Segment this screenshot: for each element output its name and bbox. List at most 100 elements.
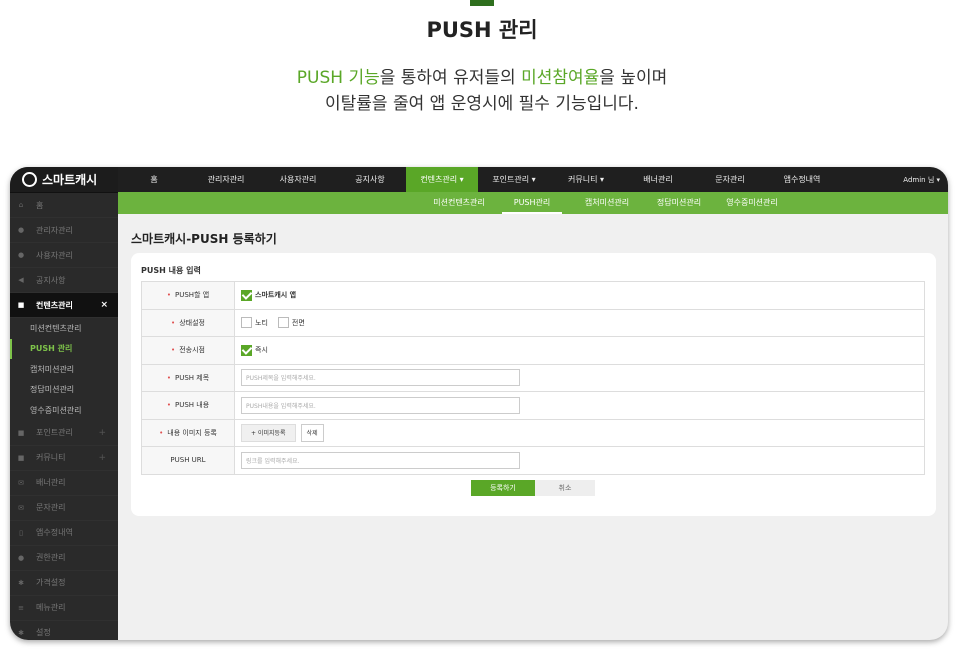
expand-icon[interactable]: + bbox=[98, 428, 106, 438]
field-label-text: 상태설정 bbox=[179, 318, 205, 327]
hero-title: PUSH 관리 bbox=[426, 18, 538, 42]
sidebar-subitem-push[interactable]: PUSH 관리 bbox=[10, 338, 118, 359]
subnav-capture-mission[interactable]: 캡처미션관리 bbox=[576, 192, 638, 214]
sidebar-item-sms[interactable]: ✉ 문자관리 bbox=[10, 496, 118, 521]
mail-icon: ✉ bbox=[18, 503, 24, 512]
expand-icon[interactable]: + bbox=[98, 453, 106, 463]
bag-icon: ■ bbox=[17, 453, 25, 462]
phone-icon: ▯ bbox=[19, 528, 23, 537]
gear-icon: ✱ bbox=[18, 628, 24, 637]
sidebar-subitem-mission-contents[interactable]: 미션컨텐츠관리 bbox=[10, 318, 118, 339]
push-form: • PUSH할 앱 스마트캐시 앱 • 상태설정 노티 전면 • 전송시점 즉시 • PU… bbox=[141, 281, 925, 475]
user-icon: ● bbox=[17, 251, 25, 259]
sidebar-item-price[interactable]: ✱ 가격설정 bbox=[10, 571, 118, 596]
nav-admin[interactable]: 관리자관리 bbox=[190, 167, 262, 192]
sidebar-item-points[interactable]: ■ 포인트관리 + bbox=[10, 421, 118, 446]
nav-points[interactable]: 포인트관리 ▾ bbox=[478, 167, 550, 192]
nav-notice[interactable]: 공지사항 bbox=[334, 167, 406, 192]
subnav-mission-contents[interactable]: 미션컨텐츠관리 bbox=[424, 192, 494, 214]
app-logo[interactable]: 스마트캐시 bbox=[10, 167, 118, 193]
subnav-answer-mission[interactable]: 정답미션관리 bbox=[648, 192, 710, 214]
sidebar-item-home[interactable]: ⌂ 홈 bbox=[10, 193, 118, 218]
push-content-input[interactable]: PUSH내용을 입력해주세요. bbox=[241, 396, 520, 414]
hero-highlight-1: PUSH 기능 bbox=[296, 68, 380, 88]
sidebar-item-banner[interactable]: ✉ 배너관리 bbox=[10, 471, 118, 496]
nav-app-history[interactable]: 앱수정내역 bbox=[766, 167, 838, 192]
sidebar-item-label: 커뮤니티 bbox=[36, 453, 66, 462]
sidebar-item-label: 설정 bbox=[36, 628, 51, 637]
submit-button[interactable]: 등록하기 bbox=[471, 480, 535, 496]
users-icon: ● bbox=[17, 553, 25, 562]
required-mark: • bbox=[166, 291, 171, 300]
send-now-checkbox[interactable] bbox=[241, 344, 252, 356]
sidebar-item-community[interactable]: ■ 커뮤니티 + bbox=[10, 446, 118, 471]
home-icon: ⌂ bbox=[18, 201, 24, 209]
nav-users[interactable]: 사용자관리 bbox=[262, 167, 334, 192]
user-icon: ● bbox=[17, 226, 25, 234]
status-fullscreen-checkbox[interactable] bbox=[277, 317, 289, 329]
send-now-label: 즉시 bbox=[255, 346, 268, 355]
sidebar-item-label: 관리자관리 bbox=[36, 225, 73, 235]
speaker-icon: ◀ bbox=[18, 276, 24, 284]
sidebar-item-label: 배너관리 bbox=[36, 478, 66, 487]
sidebar-item-menu[interactable]: ≡ 메뉴관리 bbox=[10, 596, 118, 621]
status-noti-checkbox[interactable] bbox=[241, 317, 252, 329]
field-label: • PUSH 내용 bbox=[142, 392, 235, 419]
form-row-send-time: • 전송시점 즉시 bbox=[141, 337, 925, 365]
push-url-input[interactable]: 링크를 입력해주세요. bbox=[241, 451, 520, 469]
form-row-status: • 상태설정 노티 전면 bbox=[141, 309, 925, 337]
cancel-button[interactable]: 취소 bbox=[535, 480, 595, 496]
nav-contents[interactable]: 컨텐츠관리 ▾ bbox=[406, 167, 478, 192]
sidebar-item-label: 포인트관리 bbox=[36, 428, 73, 437]
field-label: • PUSH 제목 bbox=[142, 364, 235, 391]
sidebar-item-permissions[interactable]: ● 권한관리 bbox=[10, 546, 118, 571]
form-row-image: • 내용 이미지 등록 + 이미지등록 삭제 bbox=[141, 419, 925, 447]
sidebar-item-notice[interactable]: ◀ 공지사항 bbox=[10, 268, 118, 293]
sidebar-subitem-answer-mission[interactable]: 정답미션관리 bbox=[10, 380, 118, 401]
bag-icon: ■ bbox=[17, 428, 25, 437]
push-subject-input[interactable]: PUSH제목을 입력해주세요. bbox=[241, 369, 520, 387]
add-image-button[interactable]: + 이미지등록 bbox=[241, 423, 296, 442]
sidebar-subitem-receipt-mission[interactable]: 영수증미션관리 bbox=[10, 400, 118, 421]
page-title: 스마트캐시-PUSH 등록하기 bbox=[131, 232, 277, 246]
field-value: 스마트캐시 앱 bbox=[235, 282, 924, 309]
field-label-text: PUSH URL bbox=[170, 456, 206, 465]
nav-sms[interactable]: 문자관리 bbox=[694, 167, 766, 192]
nav-banner[interactable]: 배너관리 bbox=[622, 167, 694, 192]
field-label: • 내용 이미지 등록 bbox=[142, 419, 235, 446]
nav-home[interactable]: 홈 bbox=[118, 167, 190, 192]
field-label: • 상태설정 bbox=[142, 309, 235, 336]
app-checkbox-label: 스마트캐시 앱 bbox=[255, 291, 297, 300]
required-mark: • bbox=[159, 428, 164, 437]
sidebar-item-label: 앱수정내역 bbox=[36, 528, 73, 537]
hero-description-line1: PUSH 기능을 통하여 유저들의 미션참여율을 높이며 bbox=[0, 63, 964, 88]
sidebar-item-app-history[interactable]: ▯ 앱수정내역 bbox=[10, 521, 118, 546]
required-mark: • bbox=[166, 401, 171, 410]
field-value: 즉시 bbox=[235, 337, 924, 364]
sidebar-item-admin[interactable]: ● 관리자관리 bbox=[10, 218, 118, 243]
sidebar: 스마트캐시 ⌂ 홈 ● 관리자관리 ● 사용자관리 ◀ 공지사항 ■ 컨텐츠관리 × 미션컨… bbox=[10, 167, 118, 640]
sidebar-item-label: 가격설정 bbox=[36, 578, 66, 587]
field-value: + 이미지등록 삭제 bbox=[235, 420, 924, 447]
subnav-receipt-mission[interactable]: 영수증미션관리 bbox=[716, 192, 788, 214]
close-icon[interactable]: × bbox=[100, 300, 108, 310]
admin-menu[interactable]: Admin 님 ▾ bbox=[903, 175, 940, 185]
gear-icon: ✱ bbox=[18, 578, 24, 587]
logo-text: 스마트캐시 bbox=[42, 173, 98, 187]
subnav-push[interactable]: PUSH관리 bbox=[502, 192, 562, 214]
delete-image-button[interactable]: 삭제 bbox=[300, 423, 324, 442]
nav-community[interactable]: 커뮤니티 ▾ bbox=[550, 167, 622, 192]
required-mark: • bbox=[171, 346, 176, 355]
field-label-text: 내용 이미지 등록 bbox=[167, 428, 217, 437]
sidebar-subitem-capture-mission[interactable]: 캡처미션관리 bbox=[10, 359, 118, 380]
sidebar-item-label: 공지사항 bbox=[36, 275, 66, 285]
app-checkbox[interactable] bbox=[241, 289, 252, 301]
bag-icon: ■ bbox=[17, 301, 25, 309]
status-noti-label: 노티 bbox=[255, 318, 268, 327]
hero-text-1: 을 통하여 유저들의 bbox=[379, 68, 522, 88]
sidebar-item-label: 권한관리 bbox=[36, 553, 66, 562]
sidebar-item-settings[interactable]: ✱ 설정 bbox=[10, 621, 118, 641]
sidebar-item-contents[interactable]: ■ 컨텐츠관리 × bbox=[10, 293, 118, 318]
sidebar-item-users[interactable]: ● 사용자관리 bbox=[10, 243, 118, 268]
field-label-text: 전송시점 bbox=[179, 346, 205, 355]
